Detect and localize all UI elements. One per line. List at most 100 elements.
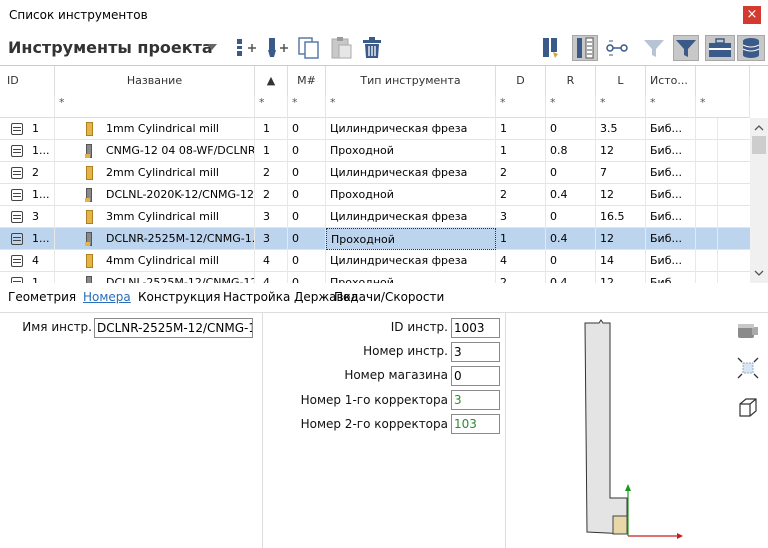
cell-src: Биб...	[646, 272, 696, 283]
cell-d: 1	[496, 140, 546, 162]
cell-ord: 3	[259, 206, 288, 228]
cell-r: 0.8	[546, 140, 596, 162]
fit-view-icon[interactable]	[735, 355, 761, 381]
tab-5[interactable]: Подачи/Скорости	[334, 290, 444, 304]
cell-ord: 1	[259, 140, 288, 162]
tab-1[interactable]: Номера	[83, 290, 131, 304]
corrector2-input[interactable]: 103	[451, 414, 500, 434]
turning-tool-icon	[85, 232, 92, 246]
cell-ord: 2	[259, 162, 288, 184]
row-menu-icon[interactable]	[11, 255, 23, 267]
divider	[505, 313, 506, 548]
cell-name: 3mm Cylindrical mill	[102, 206, 255, 228]
cell-d: 2	[496, 162, 546, 184]
cell-id: 3	[28, 206, 55, 228]
row-menu-icon[interactable]	[11, 123, 23, 135]
divider	[0, 312, 768, 313]
cell-src: Биб...	[646, 250, 696, 272]
row-menu-icon[interactable]	[11, 145, 23, 157]
tool-number-label: Номер инстр.	[363, 344, 448, 358]
tab-3[interactable]: Настройка	[223, 290, 290, 304]
cell-m: 0	[288, 228, 326, 250]
cell-name: DCLNL-2020K-12/CNMG-12 ...	[102, 184, 255, 206]
cell-m: 0	[288, 140, 326, 162]
table-row[interactable]: 1... DCLNR-2525M-12/CNMG-1... 3 0 Проходной 1…	[0, 228, 750, 250]
cell-extra	[696, 140, 718, 162]
cell-src: Биб...	[646, 140, 696, 162]
cell-id: 1	[28, 118, 55, 140]
cell-d: 2	[496, 272, 546, 283]
cell-src: Биб...	[646, 206, 696, 228]
cell-type: Проходной	[326, 140, 496, 162]
cell-l: 12	[596, 272, 646, 283]
cell-name: 4mm Cylindrical mill	[102, 250, 255, 272]
tool-name-label: Имя инстр.	[22, 320, 92, 334]
cell-id: 2	[28, 162, 55, 184]
tool-id-label: ID инстр.	[390, 320, 448, 334]
cell-src: Биб...	[646, 162, 696, 184]
corrector2-label: Номер 2-го корректора	[300, 417, 448, 431]
cell-r: 0.4	[546, 228, 596, 250]
cell-extra	[696, 250, 718, 272]
row-menu-icon[interactable]	[11, 233, 23, 245]
corrector1-input[interactable]: 3	[451, 390, 500, 410]
cell-src: Биб...	[646, 184, 696, 206]
cell-l: 12	[596, 140, 646, 162]
holder-view-icon[interactable]	[735, 320, 761, 344]
table-row[interactable]: 4 4mm Cylindrical mill 4 0 Цилиндрическая фр…	[0, 250, 750, 272]
cell-type: Цилиндрическая фреза	[326, 250, 496, 272]
cell-extra	[696, 272, 718, 283]
corrector1-label: Номер 1-го корректора	[300, 393, 448, 407]
magazine-number-label: Номер магазина	[344, 368, 448, 382]
table-row[interactable]: 1... CNMG-12 04 08-WF/DCLNR... 1 0 Проходной…	[0, 140, 750, 162]
tool-preview	[575, 318, 695, 544]
tool-name-input[interactable]: DCLNR-2525M-12/CNMG-12 0	[94, 318, 253, 338]
cell-type: Проходной	[326, 184, 496, 206]
mill-tool-icon	[86, 122, 93, 136]
cell-l: 12	[596, 228, 646, 250]
cell-name: 2mm Cylindrical mill	[102, 162, 255, 184]
cell-id: 1...	[28, 140, 55, 162]
cell-id: 1...	[28, 184, 55, 206]
cell-m: 0	[288, 162, 326, 184]
cell-src: Биб...	[646, 118, 696, 140]
tool-id-input[interactable]: 1003	[451, 318, 500, 338]
turning-tool-icon	[86, 276, 92, 283]
tab-2[interactable]: Конструкция	[138, 290, 220, 304]
row-menu-icon[interactable]	[11, 211, 23, 223]
table-row[interactable]: 1 1mm Cylindrical mill 1 0 Цилиндрическая фр…	[0, 118, 750, 140]
cell-name: DCLNR-2525M-12/CNMG-1...	[102, 228, 255, 250]
mill-tool-icon	[86, 166, 93, 180]
vertical-scrollbar[interactable]	[750, 118, 768, 283]
cell-ord: 1	[259, 118, 288, 140]
cell-type: Проходной	[326, 272, 496, 283]
cell-type: Проходной	[326, 228, 496, 250]
table-row[interactable]: 1... DCLNL-2020K-12/CNMG-12 ... 2 0 Проходно…	[0, 184, 750, 206]
cell-l: 3.5	[596, 118, 646, 140]
cell-m: 0	[288, 250, 326, 272]
cell-ord: 4	[259, 272, 288, 283]
row-menu-icon[interactable]	[11, 277, 23, 283]
tab-0[interactable]: Геометрия	[8, 290, 76, 304]
cell-d: 3	[496, 206, 546, 228]
row-menu-icon[interactable]	[11, 189, 23, 201]
magazine-number-input[interactable]: 0	[451, 366, 500, 386]
tool-number-input[interactable]: 3	[451, 342, 500, 362]
row-menu-icon[interactable]	[11, 167, 23, 179]
cell-r: 0.4	[546, 184, 596, 206]
cell-id: 4	[28, 250, 55, 272]
cell-l: 16.5	[596, 206, 646, 228]
cell-r: 0	[546, 162, 596, 184]
cell-m: 0	[288, 184, 326, 206]
table-row[interactable]: 2 2mm Cylindrical mill 2 0 Цилиндрическая фр…	[0, 162, 750, 184]
cell-name: 1mm Cylindrical mill	[102, 118, 255, 140]
cell-extra	[696, 162, 718, 184]
cell-type: Цилиндрическая фреза	[326, 206, 496, 228]
3d-view-icon[interactable]	[735, 395, 761, 421]
cell-d: 4	[496, 250, 546, 272]
table-row[interactable]: 3 3mm Cylindrical mill 3 0 Цилиндрическая фр…	[0, 206, 750, 228]
cell-d: 2	[496, 184, 546, 206]
cell-d: 1	[496, 228, 546, 250]
table-row[interactable]: 1... DCLNL-2525M-12/CNMG-12 ... 4 0 Проходно…	[0, 272, 750, 283]
turning-tool-icon	[85, 144, 92, 158]
